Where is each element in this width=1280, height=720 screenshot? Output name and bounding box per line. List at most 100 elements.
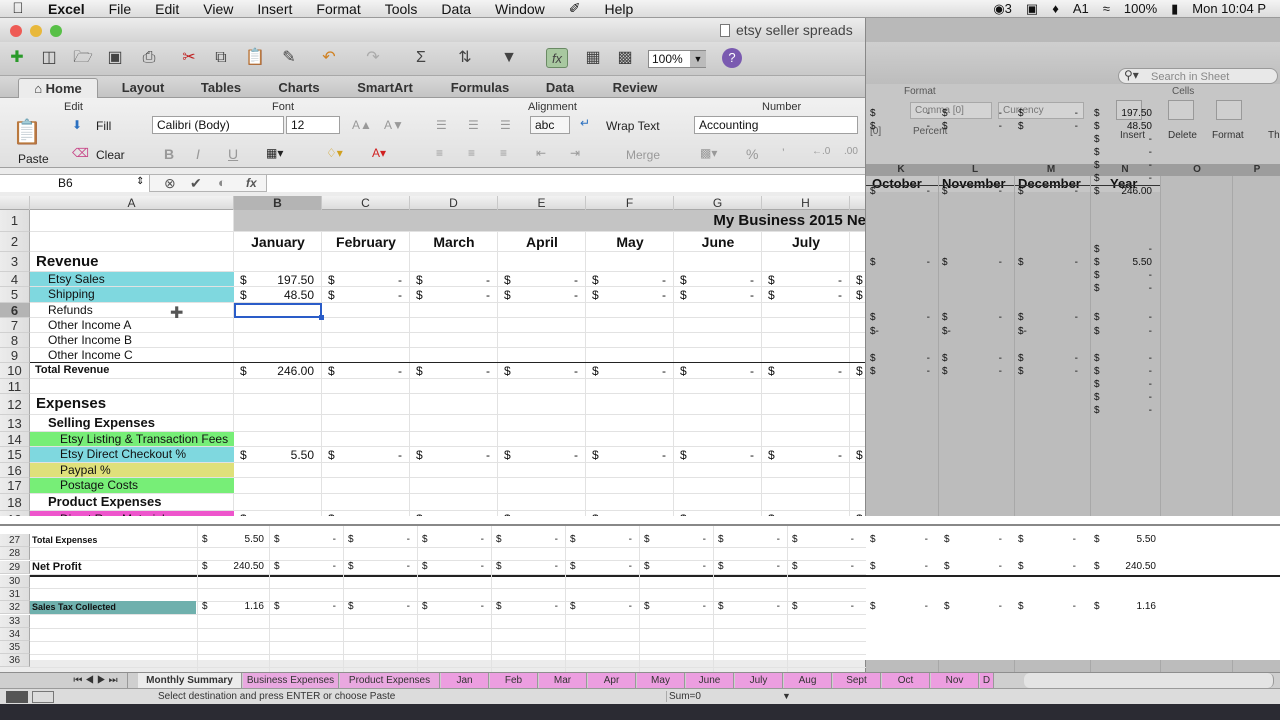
january-value-4[interactable]: 197.50 — [254, 273, 314, 287]
row-header-32[interactable]: 32 — [0, 601, 30, 614]
empty-value[interactable]: - — [802, 561, 854, 572]
screen-icon[interactable]: ▣ — [1026, 1, 1038, 17]
row-label-18[interactable]: Product Expenses — [30, 494, 234, 510]
january-value-15[interactable]: 5.50 — [254, 448, 314, 462]
empty-value[interactable]: - — [430, 364, 490, 378]
empty-value[interactable]: - — [358, 561, 410, 572]
row-label-16[interactable]: Paypal % — [30, 463, 234, 477]
menu-view[interactable]: View — [191, 1, 245, 17]
script-menu-icon[interactable]: ✐ — [557, 0, 593, 17]
empty-value[interactable]: - — [606, 448, 666, 462]
col-header-h[interactable]: H — [762, 196, 850, 210]
paste-button[interactable]: Paste — [18, 152, 49, 166]
name-box[interactable]: B6 — [0, 175, 150, 192]
font-color-icon[interactable]: A▾ — [372, 146, 386, 160]
row-header-34[interactable]: 34 — [0, 628, 30, 641]
fill-handle[interactable] — [319, 315, 324, 320]
namebox-stepper-icon[interactable]: ⇕ — [136, 176, 144, 187]
align-center-icon[interactable]: ≡ — [468, 146, 475, 160]
zoom-dropdown-icon[interactable]: ▼ — [690, 51, 706, 67]
empty-value[interactable]: - — [782, 448, 842, 462]
row-label-6[interactable]: Refunds — [30, 303, 234, 317]
formula-toggle-icon[interactable]: ◐ — [218, 175, 226, 190]
sheet-tab-june[interactable]: June — [686, 673, 734, 688]
row-label-13[interactable]: Selling Expenses — [30, 415, 234, 431]
fill-color-icon[interactable]: ♢▾ — [326, 146, 343, 160]
empty-value[interactable]: - — [506, 601, 558, 612]
battery-percent[interactable]: 100% — [1124, 1, 1157, 16]
format-painter-icon[interactable]: ✎ — [278, 48, 300, 68]
row-label-14[interactable]: Etsy Listing & Transaction Fees — [30, 432, 234, 446]
wifi-icon[interactable]: ≈ — [1103, 1, 1110, 16]
row-header-29[interactable]: 29 — [0, 561, 30, 574]
tab-scroll-arrows-icon[interactable]: ⏮ ◀ ▶ ⏭ — [64, 673, 128, 688]
bg-col-o[interactable]: O — [1162, 164, 1232, 175]
close-button[interactable] — [10, 25, 22, 37]
underline-button[interactable]: U — [228, 146, 238, 162]
cut-icon[interactable]: ✂ — [178, 48, 200, 68]
cc-icon[interactable]: ◉3 — [993, 1, 1012, 17]
col-header-e[interactable]: E — [498, 196, 586, 210]
empty-value[interactable]: - — [432, 601, 484, 612]
empty-value[interactable]: - — [782, 364, 842, 378]
row-label-27[interactable]: Total Expenses — [30, 534, 196, 547]
notification-icon[interactable]: ♦ — [1052, 1, 1059, 16]
empty-value[interactable]: - — [782, 288, 842, 302]
sheet-tab-july[interactable]: July — [735, 673, 783, 688]
sheet-search-input[interactable]: Search in Sheet — [1118, 68, 1278, 84]
row-header-17[interactable]: 17 — [0, 478, 30, 494]
empty-value[interactable]: - — [694, 273, 754, 287]
row-header-4[interactable]: 4 — [0, 272, 30, 287]
filter-icon[interactable]: ▼ — [498, 48, 520, 68]
delete-cells-button[interactable]: Delete — [1168, 130, 1197, 141]
row-header-31[interactable]: 31 — [0, 588, 30, 601]
col-header-g[interactable]: G — [674, 196, 762, 210]
row-label-32[interactable]: Sales Tax Collected — [30, 601, 196, 614]
align-top-icon[interactable]: ☰ — [436, 118, 447, 132]
row-header-14[interactable]: 14 — [0, 432, 30, 447]
bg-col-k[interactable]: K — [866, 164, 936, 175]
row-header-10[interactable]: 10 — [0, 363, 30, 379]
empty-value[interactable]: - — [518, 448, 578, 462]
shrink-font-icon[interactable]: A▼ — [384, 118, 404, 132]
formula-builder-icon[interactable]: fx — [546, 48, 568, 68]
tab-tables[interactable]: Tables — [188, 78, 254, 98]
empty-value[interactable]: - — [606, 273, 666, 287]
sheet-tab-monthly-summary[interactable]: Monthly Summary — [138, 673, 242, 688]
sheet-tab-d[interactable]: D — [980, 673, 994, 688]
menu-file[interactable]: File — [97, 1, 144, 17]
col-header-c[interactable]: C — [322, 196, 410, 210]
empty-value[interactable]: - — [358, 534, 410, 545]
empty-value[interactable]: - — [606, 364, 666, 378]
sheet-tab-oct[interactable]: Oct — [882, 673, 930, 688]
empty-value[interactable]: - — [580, 534, 632, 545]
menu-help[interactable]: Help — [593, 1, 646, 17]
sheet-tab-may[interactable]: May — [637, 673, 685, 688]
menu-excel[interactable]: Excel — [36, 1, 97, 17]
empty-value[interactable]: - — [694, 288, 754, 302]
empty-value[interactable]: - — [606, 288, 666, 302]
formula-input[interactable] — [266, 175, 865, 192]
row-header-7[interactable]: 7 — [0, 318, 30, 333]
empty-value[interactable]: - — [358, 601, 410, 612]
font-name-select[interactable]: Calibri (Body) — [152, 116, 284, 134]
sheet-tab-product-expenses[interactable]: Product Expenses — [340, 673, 440, 688]
align-bottom-icon[interactable]: ☰ — [500, 118, 511, 132]
col-header-f[interactable]: F — [586, 196, 674, 210]
row-header-6[interactable]: 6 — [0, 303, 30, 318]
empty-value[interactable]: - — [728, 561, 780, 572]
tab-smartart[interactable]: SmartArt — [346, 78, 424, 98]
sheet-tab-feb[interactable]: Feb — [490, 673, 538, 688]
menu-tools[interactable]: Tools — [373, 1, 430, 17]
selected-cell-b6[interactable] — [234, 303, 322, 318]
row-label-17[interactable]: Postage Costs — [30, 478, 234, 493]
print-icon[interactable]: ⎙ — [138, 48, 160, 68]
empty-value[interactable]: - — [728, 534, 780, 545]
tab-formulas[interactable]: Formulas — [440, 78, 520, 98]
comma-style-icon[interactable]: ’ — [782, 146, 785, 160]
row-label-8[interactable]: Other Income B — [30, 333, 234, 347]
number-format-icon[interactable]: ▩▾ — [700, 146, 717, 160]
normal-view-icon[interactable] — [6, 691, 28, 703]
sheet-tab-aug[interactable]: Aug — [784, 673, 832, 688]
bold-button[interactable]: B — [164, 146, 174, 162]
